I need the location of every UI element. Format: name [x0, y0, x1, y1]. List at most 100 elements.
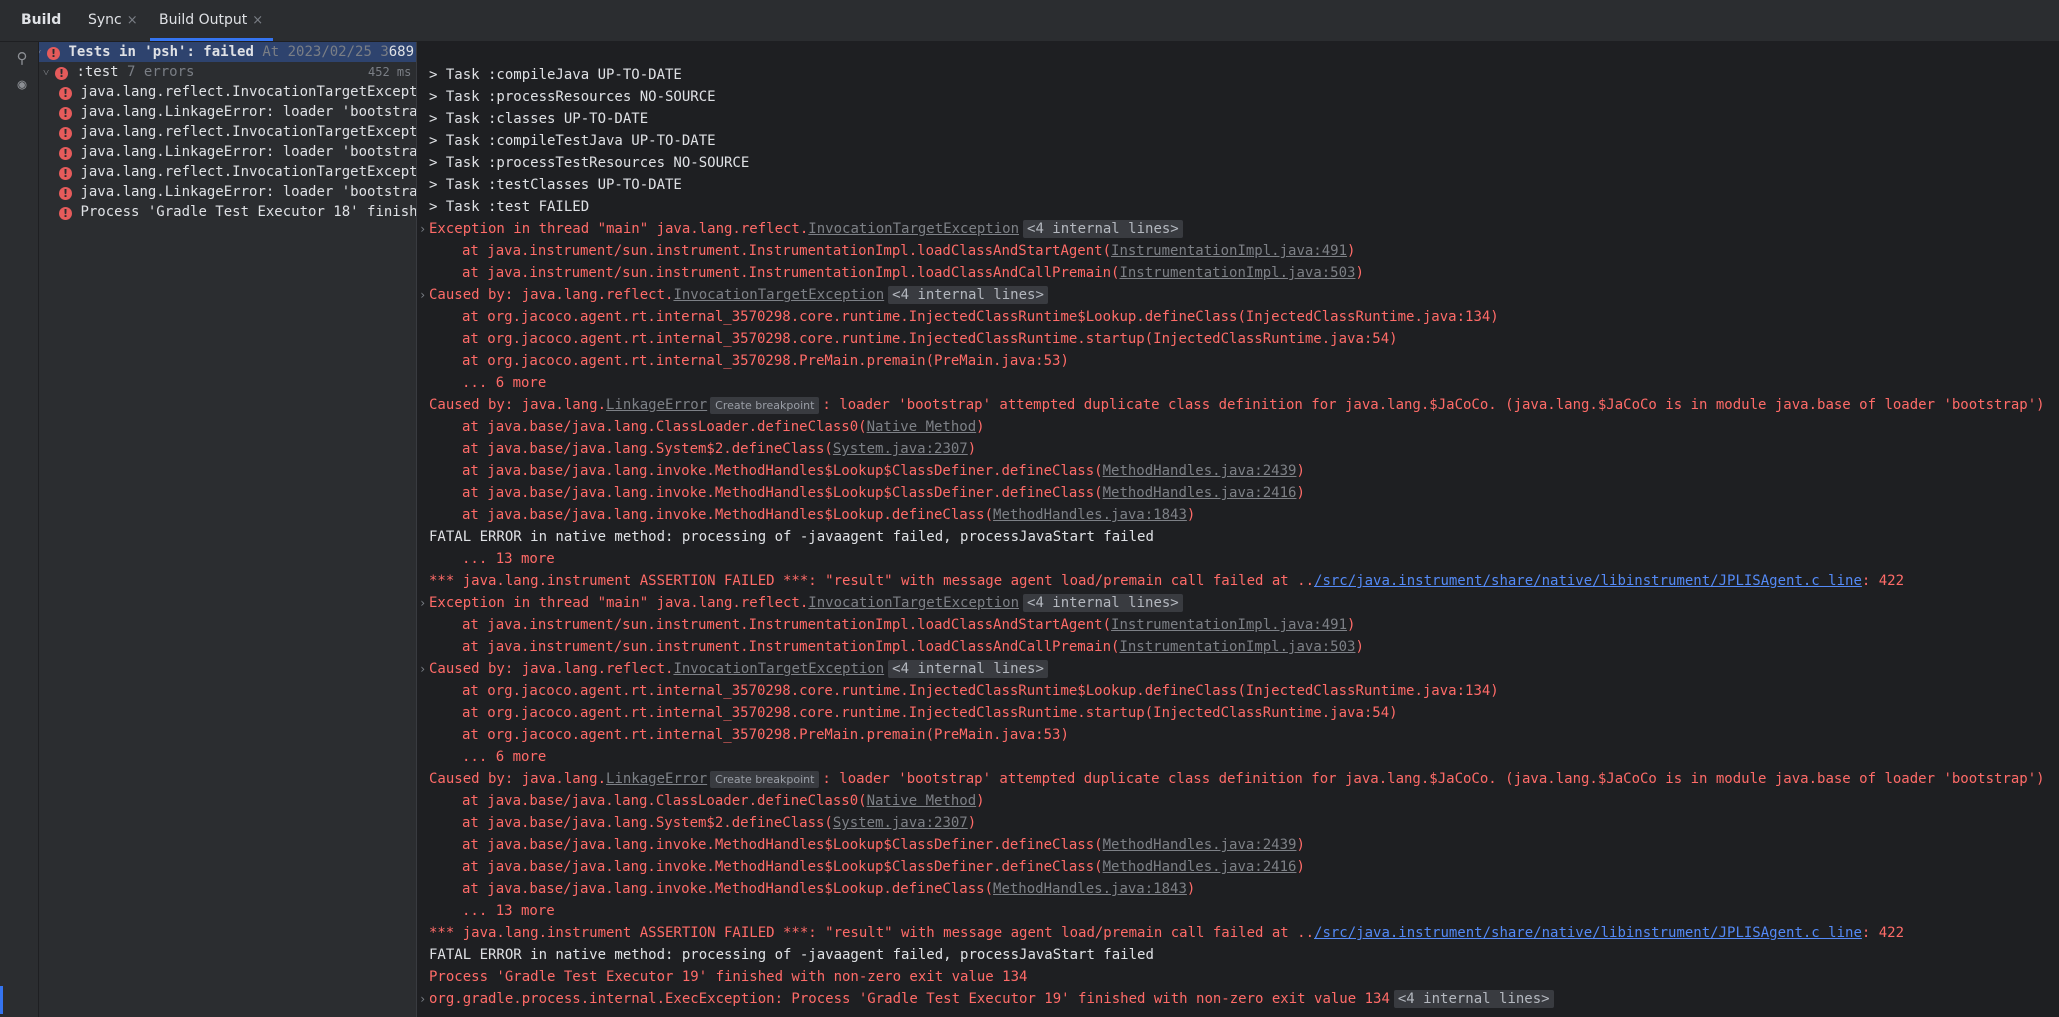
console-line: at java.base/java.lang.invoke.MethodHand…	[462, 834, 1305, 856]
tree-error-label: java.lang.reflect.InvocationTargetExcept…	[80, 84, 417, 100]
console-line: at java.instrument/sun.instrument.Instru…	[462, 614, 1355, 636]
stack-frame-text: at java.base/java.lang.ClassLoader.defin…	[462, 419, 867, 435]
chevron-right-icon[interactable]: ›	[419, 218, 426, 240]
stack-frame-text: )	[1186, 881, 1196, 897]
source-link[interactable]: System.java:2307	[833, 815, 968, 831]
tab-build-output[interactable]: Build Output ×	[150, 0, 274, 41]
close-icon[interactable]: ×	[127, 13, 138, 28]
error-icon: !	[59, 187, 72, 200]
stack-frame-text: )	[976, 793, 985, 809]
console-line: ... 13 more	[462, 903, 555, 919]
internal-lines-fold[interactable]: <4 internal lines>	[888, 660, 1048, 678]
caused-by-prefix: Caused by: java.lang.	[429, 397, 607, 413]
source-link[interactable]: InstrumentationImpl.java:503	[1119, 265, 1355, 281]
console-line: *** java.lang.instrument ASSERTION FAILE…	[429, 570, 1904, 592]
tree-error-item[interactable]: ! java.lang.LinkageError: loader 'bootst…	[59, 182, 417, 202]
tool-window-tabbar: Build Sync × Build Output ×	[0, 0, 2059, 42]
console-line: Exception in thread "main" java.lang.ref…	[429, 218, 1183, 240]
tab-sync[interactable]: Sync ×	[88, 0, 138, 41]
tree-error-item[interactable]: ! java.lang.LinkageError: loader 'bootst…	[59, 142, 416, 162]
eye-icon[interactable]: ◉	[12, 74, 32, 94]
stack-frame-text: at java.base/java.lang.invoke.MethodHand…	[462, 507, 994, 523]
assertion-text: : 422	[1861, 573, 1905, 589]
tab-build[interactable]: Build	[21, 0, 61, 41]
source-link[interactable]: InstrumentationImpl.java:491	[1111, 617, 1347, 633]
stack-frame-text: )	[1355, 639, 1364, 655]
create-breakpoint-button[interactable]: Create breakpoint	[710, 771, 820, 788]
console-line: at org.jacoco.agent.rt.internal_3570298.…	[462, 683, 1499, 699]
caused-by-prefix: Caused by: java.lang.	[429, 771, 607, 787]
source-link[interactable]: MethodHandles.java:2439	[1103, 837, 1297, 853]
console-line: FATAL ERROR in native method: processing…	[429, 529, 1154, 545]
tree-error-item[interactable]: ! java.lang.LinkageError: loader 'bootst…	[59, 102, 417, 122]
source-link[interactable]: MethodHandles.java:2416	[1103, 859, 1297, 875]
error-icon: !	[59, 107, 72, 120]
source-link[interactable]: Native Method	[867, 419, 977, 435]
console-line: > Task :compileJava UP-TO-DATE	[429, 67, 682, 83]
chevron-right-icon[interactable]: ›	[419, 284, 426, 306]
close-icon[interactable]: ×	[252, 13, 263, 28]
tree-error-label: java.lang.LinkageError: loader 'bootstra…	[80, 184, 417, 200]
source-link[interactable]: InstrumentationImpl.java:503	[1119, 639, 1355, 655]
class-link[interactable]: LinkageError	[606, 771, 707, 787]
class-link[interactable]: InvocationTargetException	[673, 661, 884, 677]
stack-frame-text: at java.instrument/sun.instrument.Instru…	[462, 265, 1120, 281]
console-line: at org.jacoco.agent.rt.internal_3570298.…	[462, 727, 1069, 743]
chevron-right-icon[interactable]: ›	[419, 592, 426, 614]
console-line: at org.jacoco.agent.rt.internal_3570298.…	[462, 331, 1398, 347]
stack-frame-text: at java.base/java.lang.ClassLoader.defin…	[462, 793, 867, 809]
console-line: at java.base/java.lang.invoke.MethodHand…	[462, 482, 1305, 504]
tree-test-row[interactable]: ˅! :test 7 errors 452 ms	[39, 62, 416, 82]
source-link[interactable]: /src/java.instrument/share/native/libins…	[1314, 925, 1862, 941]
source-link[interactable]: System.java:2307	[833, 441, 968, 457]
error-icon: !	[59, 167, 72, 180]
source-link[interactable]: MethodHandles.java:1843	[993, 881, 1187, 897]
exception-prefix: Exception in thread "main" java.lang.ref…	[429, 595, 809, 611]
assertion-text: : 422	[1861, 925, 1905, 941]
chevron-right-icon[interactable]: ›	[419, 658, 426, 680]
source-link[interactable]: /src/java.instrument/share/native/libins…	[1314, 573, 1862, 589]
class-link[interactable]: LinkageError	[606, 397, 707, 413]
tree-error-item[interactable]: ! Process 'Gradle Test Executor 18' fini…	[59, 202, 416, 222]
tree-error-item[interactable]: ! java.lang.reflect.InvocationTargetExce…	[59, 82, 417, 102]
class-link[interactable]: InvocationTargetException	[808, 221, 1019, 237]
internal-lines-fold[interactable]: <4 internal lines>	[888, 286, 1048, 304]
tree-error-label: java.lang.reflect.InvocationTargetExcept…	[80, 124, 417, 140]
error-icon: !	[59, 127, 72, 140]
chevron-right-icon[interactable]: ›	[419, 988, 426, 1010]
caused-by-prefix: Caused by: java.lang.reflect.	[429, 661, 674, 677]
internal-lines-fold[interactable]: <4 internal lines>	[1023, 594, 1183, 612]
class-link[interactable]: InvocationTargetException	[673, 287, 884, 303]
tab-build-output-label: Build Output	[159, 12, 248, 28]
class-link[interactable]: InvocationTargetException	[808, 595, 1019, 611]
tree-error-item[interactable]: ! java.lang.reflect.InvocationTargetExce…	[59, 162, 416, 182]
tree-error-label: java.lang.LinkageError: loader 'bootstra…	[80, 104, 417, 120]
source-link[interactable]: InstrumentationImpl.java:491	[1111, 243, 1347, 259]
internal-lines-fold[interactable]: <4 internal lines>	[1023, 220, 1183, 238]
error-icon: !	[59, 147, 72, 160]
pin-icon[interactable]: ⚲	[12, 48, 32, 68]
console-line: at java.base/java.lang.invoke.MethodHand…	[462, 856, 1305, 878]
tree-error-item[interactable]: ! java.lang.reflect.InvocationTargetExce…	[59, 122, 417, 142]
chevron-down-icon[interactable]: ˅	[39, 43, 47, 63]
source-link[interactable]: MethodHandles.java:2439	[1103, 463, 1297, 479]
stack-frame-text: )	[1296, 837, 1305, 853]
stack-frame-text: )	[1347, 243, 1356, 259]
stack-frame-text: at java.instrument/sun.instrument.Instru…	[462, 639, 1120, 655]
internal-lines-fold[interactable]: <4 internal lines>	[1393, 990, 1554, 1008]
source-link[interactable]: Native Method	[867, 793, 977, 809]
chevron-down-icon[interactable]: ˅	[43, 63, 55, 83]
console-line: ... 13 more	[462, 551, 555, 567]
console-line: Caused by: java.lang.LinkageError Create …	[429, 394, 2045, 416]
active-marker	[0, 986, 3, 1014]
source-link[interactable]: MethodHandles.java:2416	[1103, 485, 1297, 501]
console-line: FATAL ERROR in native method: processing…	[429, 947, 1154, 963]
tree-root-row[interactable]: ˅! Tests in 'psh': failed At 2023/02/25 …	[39, 42, 416, 62]
source-link[interactable]: MethodHandles.java:1843	[993, 507, 1187, 523]
stack-frame-text: )	[1355, 265, 1364, 281]
tab-build-label: Build	[21, 12, 62, 28]
console-output: > Task :compileJava UP-TO-DATE > Task :p…	[417, 42, 2059, 1017]
create-breakpoint-button[interactable]: Create breakpoint	[710, 397, 820, 414]
console-line: ... 6 more	[462, 749, 547, 765]
console-line: Caused by: java.lang.LinkageError Create …	[429, 768, 2045, 790]
